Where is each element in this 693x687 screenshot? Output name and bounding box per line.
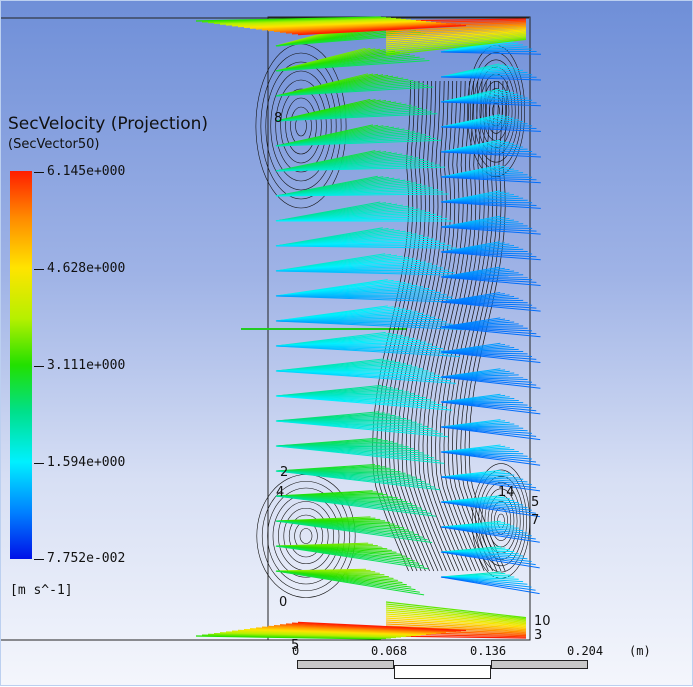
contour-label: 2 — [280, 465, 288, 480]
legend-tick-label: 7.752e-002 — [47, 551, 125, 566]
color-bar — [10, 171, 32, 559]
contour-label: 10 — [534, 614, 551, 629]
velocity-vector — [441, 52, 541, 54]
contour-line — [480, 74, 512, 148]
viewer-3d[interactable]: 824145701035 SecVelocity (Projection) (S… — [0, 0, 693, 686]
velocity-vector — [276, 246, 457, 248]
legend-tick — [34, 366, 44, 367]
scale-segment — [491, 660, 588, 669]
legend-tick-label: 1.594e+000 — [47, 455, 125, 470]
scale-segment — [394, 665, 491, 679]
contour-line — [261, 53, 341, 199]
contour-line — [281, 89, 322, 163]
contour-line — [300, 529, 312, 544]
legend-tick-label: 3.111e+000 — [47, 358, 125, 373]
contour-line — [278, 502, 333, 571]
contour-label: 0 — [279, 595, 287, 610]
scale-label: 0 — [292, 644, 299, 658]
contour-label: 8 — [274, 111, 282, 126]
contour-label: 4 — [276, 485, 284, 500]
scale-label: 0.204 — [567, 644, 603, 658]
legend-tick — [34, 172, 44, 173]
contour-label: 5 — [531, 495, 539, 510]
legend-units: [m s^-1] — [10, 583, 73, 598]
scale-label: 0.136 — [470, 644, 506, 658]
scale-segment — [297, 660, 394, 669]
scale-unit: (m) — [629, 644, 651, 658]
legend-tick-label: 6.145e+000 — [47, 164, 125, 179]
contour-line — [284, 508, 328, 564]
contour-label: 7 — [531, 513, 539, 528]
scale-label: 0.068 — [371, 644, 407, 658]
legend-tick — [34, 463, 44, 464]
contour-label: 14 — [498, 485, 515, 500]
legend-subtitle: (SecVector50) — [8, 137, 100, 152]
vector-plot: 824145701035 — [1, 1, 693, 687]
contour-label: 3 — [534, 628, 542, 643]
legend-tick — [34, 559, 44, 560]
legend-tick — [34, 269, 44, 270]
contour-line — [273, 495, 339, 578]
legend-title: SecVelocity (Projection) — [8, 114, 208, 134]
legend-tick-label: 4.628e+000 — [47, 261, 125, 276]
